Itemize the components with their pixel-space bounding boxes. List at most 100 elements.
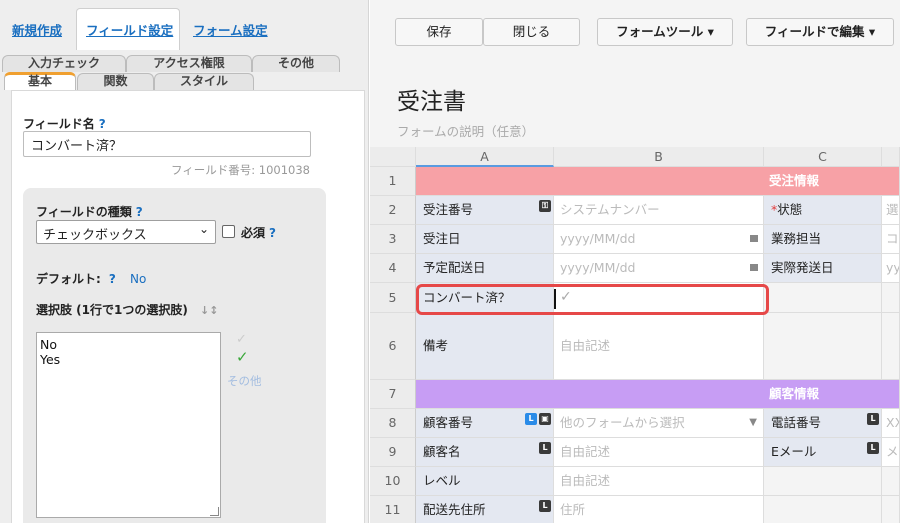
row-number[interactable]: 9 — [370, 438, 416, 467]
field-value-customer-number[interactable]: 他のフォームから選択 ▼ — [554, 409, 764, 438]
column-header-d[interactable] — [882, 147, 900, 167]
tab-basic[interactable]: 基本 — [4, 72, 76, 90]
section-header-customer-info[interactable]: 顧客情報 — [416, 380, 900, 409]
field-name-input[interactable] — [23, 131, 311, 157]
empty-cell[interactable] — [882, 467, 900, 496]
calendar-icon[interactable] — [750, 235, 758, 242]
top-navigation: 新規作成 フィールド設定 フォーム設定 — [0, 0, 368, 50]
field-label-customer-number[interactable]: 顧客番号 L ▣ — [416, 409, 554, 438]
default-value[interactable]: No — [130, 272, 146, 286]
tab-access[interactable]: アクセス権限 — [126, 55, 252, 72]
field-label-text: 状態 — [777, 202, 803, 217]
field-value-status[interactable]: 選 — [882, 196, 900, 225]
field-label-status[interactable]: *状態 — [764, 196, 882, 225]
lookup-badge: L — [867, 442, 879, 454]
field-label-email[interactable]: Eメール L — [764, 438, 882, 467]
check-icon: ✓ — [236, 348, 249, 366]
row-number[interactable]: 11 — [370, 496, 416, 523]
field-type-select[interactable]: チェックボックス ⌄ — [36, 220, 216, 244]
empty-cell[interactable] — [764, 467, 882, 496]
field-value-shipping-address[interactable]: 住所 — [554, 496, 764, 523]
empty-cell[interactable] — [764, 283, 882, 313]
empty-cell[interactable] — [882, 313, 900, 380]
choices-label: 選択肢 (1行で1つの選択肢) ↓↕ — [36, 301, 218, 318]
field-label-text: 配送先住所 — [423, 502, 486, 517]
field-label-text: 電話番号 — [771, 415, 822, 430]
field-label-phone[interactable]: 電話番号 L — [764, 409, 882, 438]
field-label-text: 顧客名 — [423, 444, 461, 459]
field-label-shipping-address[interactable]: 配送先住所 L — [416, 496, 554, 523]
field-value-notes[interactable]: 自由記述 — [554, 313, 764, 380]
field-label-customer-name[interactable]: 顧客名 L — [416, 438, 554, 467]
field-value-scheduled-delivery[interactable]: yyyy/MM/dd — [554, 254, 764, 283]
field-label-converted[interactable]: コンバート済？ — [416, 283, 554, 313]
row-number[interactable]: 10 — [370, 467, 416, 496]
form-description[interactable]: フォームの説明（任意） — [397, 121, 534, 140]
help-icon[interactable]: ? — [109, 272, 116, 286]
field-label-notes[interactable]: 備考 — [416, 313, 554, 380]
column-header-b[interactable]: B — [554, 147, 764, 167]
row-number[interactable]: 5 — [370, 283, 416, 313]
empty-cell[interactable] — [882, 496, 900, 523]
nav-field-settings[interactable]: フィールド設定 — [86, 20, 173, 39]
row-number[interactable]: 3 — [370, 225, 416, 254]
empty-cell[interactable] — [882, 283, 900, 313]
column-header-c[interactable]: C — [764, 147, 882, 167]
tab-style[interactable]: スタイル — [154, 73, 254, 90]
field-value-order-date[interactable]: yyyy/MM/dd — [554, 225, 764, 254]
row-number[interactable]: 6 — [370, 313, 416, 380]
help-icon[interactable]: ? — [269, 226, 276, 240]
field-type-label: フィールドの種類? — [36, 203, 143, 220]
field-name-label: フィールド名? — [23, 115, 106, 132]
field-label-scheduled-delivery[interactable]: 予定配送日 — [416, 254, 554, 283]
choices-label-text: 選択肢 (1行で1つの選択肢) — [36, 303, 188, 317]
field-type-label-text: フィールドの種類 — [36, 205, 132, 219]
form-tools-button[interactable]: フォームツール ▾ — [597, 18, 733, 46]
section-header-order-info[interactable]: 受注情報 — [416, 167, 900, 196]
row-number[interactable]: 2 — [370, 196, 416, 225]
empty-cell[interactable] — [764, 496, 882, 523]
save-button[interactable]: 保存 — [395, 18, 483, 46]
field-value-phone[interactable]: XX — [882, 409, 900, 438]
tab-other[interactable]: その他 — [252, 55, 340, 72]
tab-function[interactable]: 関数 — [77, 73, 154, 90]
chevron-down-icon: ⌄ — [198, 222, 209, 236]
field-value-customer-name[interactable]: 自由記述 — [554, 438, 764, 467]
field-label-order-date[interactable]: 受注日 — [416, 225, 554, 254]
choices-textarea[interactable]: No Yes — [36, 332, 221, 518]
field-type-value: チェックボックス — [43, 228, 147, 243]
field-label-level[interactable]: レベル — [416, 467, 554, 496]
field-value-converted-checkbox[interactable]: ✓ — [554, 283, 764, 313]
resize-grip-icon[interactable] — [210, 507, 219, 516]
field-type-section: フィールドの種類? チェックボックス ⌄ 必須? デフォルト:? No 選択肢 … — [23, 188, 326, 523]
tab-input-check[interactable]: 入力チェック — [2, 55, 126, 72]
edit-by-field-button[interactable]: フィールドで編集 ▾ — [746, 18, 894, 46]
required-checkbox[interactable] — [222, 225, 235, 238]
nav-form-settings[interactable]: フォーム設定 — [193, 20, 268, 39]
field-value-actual-ship-date[interactable]: yy — [882, 254, 900, 283]
row-number[interactable]: 4 — [370, 254, 416, 283]
field-label-actual-ship-date[interactable]: 実際発送日 — [764, 254, 882, 283]
dropdown-arrow-icon[interactable]: ▼ — [749, 409, 757, 437]
choices-text: No Yes — [40, 337, 61, 367]
grid-corner — [370, 147, 416, 167]
nav-new[interactable]: 新規作成 — [12, 20, 62, 39]
help-icon[interactable]: ? — [136, 205, 143, 219]
column-header-a[interactable]: A — [416, 147, 554, 167]
field-value-order-number[interactable]: システムナンバー — [554, 196, 764, 225]
sort-icon[interactable]: ↓↕ — [200, 304, 218, 317]
field-label-order-number[interactable]: 受注番号 ⚿ — [416, 196, 554, 225]
field-value-email[interactable]: メ — [882, 438, 900, 467]
field-value-level[interactable]: 自由記述 — [554, 467, 764, 496]
field-value-person-in-charge[interactable]: コ — [882, 225, 900, 254]
close-button[interactable]: 閉じる — [483, 18, 580, 46]
help-icon[interactable]: ? — [99, 117, 106, 131]
row-number[interactable]: 1 — [370, 167, 416, 196]
row-number[interactable]: 7 — [370, 380, 416, 409]
calendar-icon[interactable] — [750, 264, 758, 271]
other-option-label[interactable]: その他 — [227, 373, 262, 389]
empty-cell[interactable] — [764, 313, 882, 380]
row-number[interactable]: 8 — [370, 409, 416, 438]
form-title[interactable]: 受注書 — [397, 82, 466, 116]
field-label-person-in-charge[interactable]: 業務担当 — [764, 225, 882, 254]
